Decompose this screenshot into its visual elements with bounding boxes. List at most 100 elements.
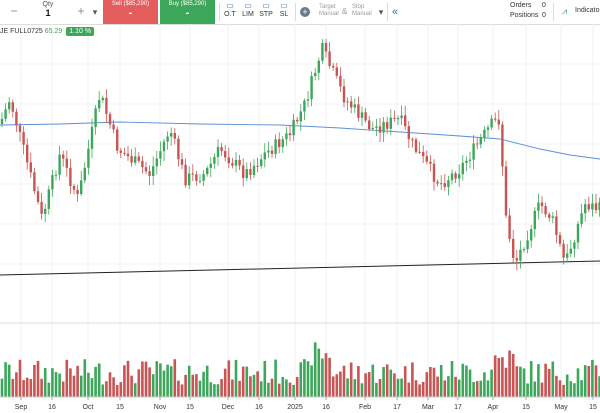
candle-body xyxy=(533,210,536,230)
volume-bar xyxy=(7,364,11,397)
candle-body xyxy=(378,126,382,133)
order-type-ot-label: O.T xyxy=(224,11,236,18)
candle-body xyxy=(310,75,313,100)
order-type-stp-button[interactable]: ▭ STP xyxy=(258,0,274,24)
volume-bar xyxy=(83,359,87,397)
qty-value[interactable]: 1 xyxy=(24,8,72,18)
stop-icon: ▭ xyxy=(262,1,270,10)
volume-bar xyxy=(36,360,40,397)
candle-body xyxy=(202,174,205,181)
volume-bar xyxy=(141,361,144,397)
sell-button[interactable]: Sell ($85,290) - xyxy=(103,0,158,24)
candle-body xyxy=(54,174,58,176)
qty-dropdown-chevron-icon[interactable]: ▾ xyxy=(90,0,100,24)
candle-body xyxy=(256,165,259,167)
volume-bar xyxy=(15,372,18,397)
qty-field[interactable]: Qty 1 xyxy=(24,0,72,24)
candle-body xyxy=(278,139,281,148)
x-tick-label: 17 xyxy=(393,404,401,411)
candle-body xyxy=(411,139,414,141)
candle-body xyxy=(591,203,594,210)
target-manual-button[interactable]: Target Manual xyxy=(319,0,341,24)
volume-bar xyxy=(108,372,112,397)
candle-body xyxy=(486,127,490,130)
bracket-dropdown-chevron-icon[interactable]: ▾ xyxy=(376,0,386,24)
candle-body xyxy=(249,169,252,176)
volume-bar xyxy=(90,378,94,397)
candle-body xyxy=(566,253,569,258)
volume-bar xyxy=(465,365,468,397)
volume-bar xyxy=(580,380,583,397)
volume-bar xyxy=(515,366,519,397)
candle-body xyxy=(0,118,4,124)
candle-body xyxy=(123,152,126,154)
candle-body xyxy=(342,86,346,103)
candle-body xyxy=(501,124,504,167)
order-type-ot-button[interactable]: ▭ O.T xyxy=(222,0,238,24)
volume-bar xyxy=(209,382,213,397)
candle-body xyxy=(8,102,11,110)
candle-body xyxy=(206,167,209,175)
volume-bar xyxy=(288,382,292,397)
volume-bar xyxy=(295,377,299,397)
candle-body xyxy=(148,171,151,176)
candle-body xyxy=(580,213,583,224)
volume-bar xyxy=(234,359,238,397)
stop-manual-button[interactable]: Stop Manual xyxy=(352,0,374,24)
volume-bar xyxy=(331,376,335,397)
indicators-icon: ⩘ xyxy=(562,6,568,16)
volume-bar xyxy=(587,365,591,397)
candle-body xyxy=(72,185,76,190)
volume-bar xyxy=(65,359,69,397)
volume-bar xyxy=(202,371,205,397)
candle-body xyxy=(418,151,421,153)
volume-bar xyxy=(389,369,393,397)
candle-body xyxy=(22,131,25,145)
volume-bar xyxy=(72,375,76,397)
order-type-lim-button[interactable]: ▭ LIM xyxy=(240,0,256,24)
candle-body xyxy=(260,159,263,166)
volume-bar xyxy=(360,383,364,397)
indicators-button[interactable]: ⩘ Indicato xyxy=(558,0,600,24)
qty-decrease-button[interactable]: − xyxy=(6,0,22,24)
volume-bar xyxy=(277,383,281,397)
candle-body xyxy=(285,133,288,140)
order-type-sl-button[interactable]: ▭ SL xyxy=(276,0,292,24)
volume-bar xyxy=(256,371,259,397)
volume-bar xyxy=(76,365,79,397)
volume-bar xyxy=(159,363,162,397)
volume-bar xyxy=(475,381,479,397)
buy-button[interactable]: Buy ($85,290) - xyxy=(160,0,215,24)
x-tick-label: Apr xyxy=(488,404,500,411)
candle-body xyxy=(371,127,374,130)
volume-bar xyxy=(540,382,544,397)
candle-body xyxy=(198,180,202,182)
volume-bar xyxy=(594,365,598,397)
volume-bar xyxy=(151,374,155,397)
candle-body xyxy=(382,122,385,133)
add-bracket-icon[interactable]: + xyxy=(300,7,310,17)
price-chart[interactable]: Sep 16 Oct 15 Nov 15 Dec 16 2025 16 Feb 17 Mar 17 Apr 1… xyxy=(0,24,600,413)
volume-bar xyxy=(508,350,511,397)
candle-body xyxy=(562,243,565,258)
candle-body xyxy=(191,173,194,175)
collapse-double-chevron-icon[interactable]: « xyxy=(389,0,401,24)
candle-body xyxy=(540,202,544,207)
last-price: 65.29 xyxy=(44,28,63,35)
change-badge: 1.10 % xyxy=(66,27,95,36)
volume-bar xyxy=(101,384,105,397)
volume-bar xyxy=(450,361,454,397)
candle-body xyxy=(87,148,90,168)
volume-bar xyxy=(166,364,169,397)
x-tick-label: 15 xyxy=(116,404,124,411)
volume-bar xyxy=(220,378,223,397)
volume-bar xyxy=(51,368,54,397)
volume-bar xyxy=(79,375,83,397)
qty-increase-button[interactable]: + xyxy=(74,0,88,24)
volume-bar xyxy=(425,372,429,397)
candle-body xyxy=(108,114,112,125)
volume-bar xyxy=(43,368,47,397)
volume-bar xyxy=(375,382,378,397)
x-tick-label: 15 xyxy=(522,404,530,411)
volume-bar xyxy=(519,366,522,397)
